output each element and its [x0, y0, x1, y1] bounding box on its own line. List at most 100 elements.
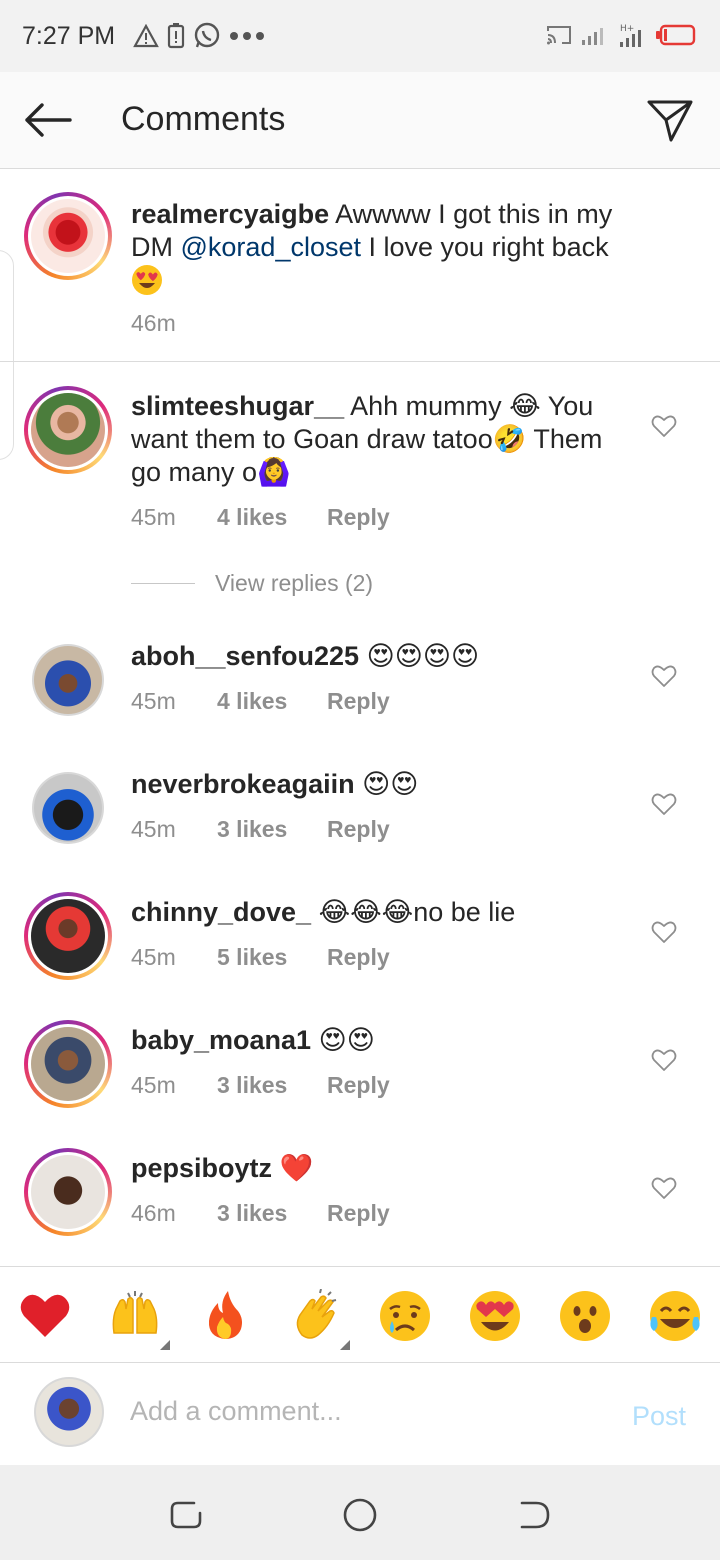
cast-icon — [547, 26, 571, 45]
comment-text: slimteeshugar__ Ahh mummy 😂 You want the… — [131, 390, 631, 489]
signal-h-plus-icon: H+ — [620, 24, 641, 47]
comment-body: ❤️ — [272, 1153, 314, 1183]
comment-username[interactable]: baby_moana1 — [131, 1025, 311, 1055]
surprised-face-icon[interactable] — [558, 1289, 612, 1343]
like-heart-icon[interactable] — [651, 920, 677, 944]
comment-time: 45m — [131, 1072, 176, 1098]
avatar[interactable] — [24, 386, 112, 474]
like-heart-icon[interactable] — [651, 664, 677, 688]
status-time: 7:27 PM — [22, 21, 116, 50]
comment-text: baby_moana1 😍😍 — [131, 1024, 631, 1057]
back-nav-icon[interactable] — [514, 1495, 554, 1535]
comment-input[interactable] — [130, 1389, 590, 1433]
comment-username[interactable]: aboh__senfou225 — [131, 641, 359, 671]
avatar[interactable] — [24, 892, 112, 980]
comment-body: 😍😍 — [311, 1025, 375, 1055]
heart-eyes-icon[interactable] — [468, 1289, 522, 1343]
comment-body: 😂😂😂no be lie — [311, 897, 516, 927]
avatar[interactable] — [32, 644, 104, 716]
like-heart-icon[interactable] — [651, 1176, 677, 1200]
comment-meta: 46m 3 likes Reply — [131, 1200, 390, 1227]
avatar[interactable] — [24, 192, 112, 280]
crying-face-icon[interactable] — [378, 1289, 432, 1343]
comment-username[interactable]: neverbrokeagaiin — [131, 769, 355, 799]
comment-likes[interactable]: 4 likes — [217, 504, 327, 531]
warning-icon — [133, 24, 159, 48]
quick-reactions-bar — [0, 1266, 720, 1363]
comments-header: Comments — [0, 72, 720, 169]
comment-body: 😍😍 — [354, 769, 419, 799]
like-heart-icon[interactable] — [651, 1048, 677, 1072]
comment-time: 46m — [131, 1200, 176, 1226]
signal-icon — [582, 28, 603, 45]
heart-eyes-emoji — [131, 264, 163, 296]
reply-button[interactable]: Reply — [327, 1200, 390, 1227]
back-arrow-icon[interactable] — [22, 100, 74, 140]
caption-body-end: I love you right back — [361, 232, 609, 262]
reply-button[interactable]: Reply — [327, 1072, 390, 1099]
comment-time: 45m — [131, 688, 176, 714]
tears-of-joy-icon[interactable] — [648, 1289, 702, 1343]
reply-button[interactable]: Reply — [327, 504, 390, 531]
comment-composer: Post — [0, 1363, 720, 1465]
raising-hands-icon[interactable] — [108, 1289, 162, 1343]
reply-button[interactable]: Reply — [327, 688, 390, 715]
comment-meta: 45m 3 likes Reply — [131, 1072, 390, 1099]
fire-icon[interactable] — [198, 1289, 252, 1343]
comment-likes[interactable]: 3 likes — [217, 1072, 327, 1099]
view-replies-label: View replies (2) — [215, 570, 374, 596]
comment-username[interactable]: chinny_dove_ — [131, 897, 311, 927]
comment-likes[interactable]: 5 likes — [217, 944, 327, 971]
comment-meta: 45m 4 likes Reply — [131, 504, 390, 531]
variant-indicator — [340, 1340, 350, 1350]
status-system-icons: H+ — [546, 22, 696, 48]
battery-low-icon — [656, 24, 696, 46]
caption-meta: 46m — [131, 310, 217, 337]
comment-text: neverbrokeagaiin 😍😍 — [131, 768, 631, 801]
battery-alert-icon — [168, 23, 185, 49]
avatar[interactable] — [24, 1148, 112, 1236]
clapping-hands-icon[interactable] — [288, 1289, 342, 1343]
comment-meta: 45m 5 likes Reply — [131, 944, 390, 971]
comment-time: 45m — [131, 944, 176, 970]
comment-likes[interactable]: 3 likes — [217, 816, 327, 843]
comment-time: 45m — [131, 816, 176, 842]
comment-text: pepsiboytz ❤️ — [131, 1152, 631, 1185]
avatar[interactable] — [32, 772, 104, 844]
variant-indicator — [160, 1340, 170, 1350]
comment-likes[interactable]: 3 likes — [217, 1200, 327, 1227]
comment-text: aboh__senfou225 😍😍😍😍 — [131, 640, 631, 673]
current-user-avatar[interactable] — [34, 1377, 104, 1447]
comment-time: 46m — [131, 310, 176, 336]
like-heart-icon[interactable] — [651, 414, 677, 438]
recent-apps-icon[interactable] — [166, 1495, 206, 1535]
whatsapp-icon — [194, 22, 220, 48]
status-bar: 7:27 PM H+ — [0, 0, 720, 72]
comment-username[interactable]: slimteeshugar__ — [131, 391, 344, 421]
direct-send-icon[interactable] — [646, 98, 694, 144]
red-heart-icon[interactable] — [18, 1289, 72, 1343]
edge-handle[interactable] — [0, 250, 14, 460]
caption-text: realmercyaigbe Awwww I got this in my DM… — [131, 198, 631, 298]
replies-divider-line — [131, 583, 195, 584]
system-navigation-bar — [0, 1465, 720, 1560]
reply-button[interactable]: Reply — [327, 944, 390, 971]
home-icon[interactable] — [340, 1495, 380, 1535]
more-notifications-icon — [230, 32, 265, 40]
reply-button[interactable]: Reply — [327, 816, 390, 843]
comment-text: chinny_dove_ 😂😂😂no be lie — [131, 896, 631, 929]
comment-meta: 45m 3 likes Reply — [131, 816, 390, 843]
comment-username[interactable]: realmercyaigbe — [131, 199, 329, 229]
comment-time: 45m — [131, 504, 176, 530]
status-notification-icons — [133, 22, 265, 50]
page-title: Comments — [121, 100, 286, 138]
view-replies-button[interactable]: View replies (2) — [131, 570, 373, 597]
comment-likes[interactable]: 4 likes — [217, 688, 327, 715]
avatar[interactable] — [24, 1020, 112, 1108]
like-heart-icon[interactable] — [651, 792, 677, 816]
comment-username[interactable]: pepsiboytz — [131, 1153, 272, 1183]
comment-meta: 45m 4 likes Reply — [131, 688, 390, 715]
comment-body: 😍😍😍😍 — [359, 641, 480, 671]
mention-link[interactable]: @korad_closet — [181, 232, 362, 262]
post-button[interactable]: Post — [632, 1401, 686, 1432]
